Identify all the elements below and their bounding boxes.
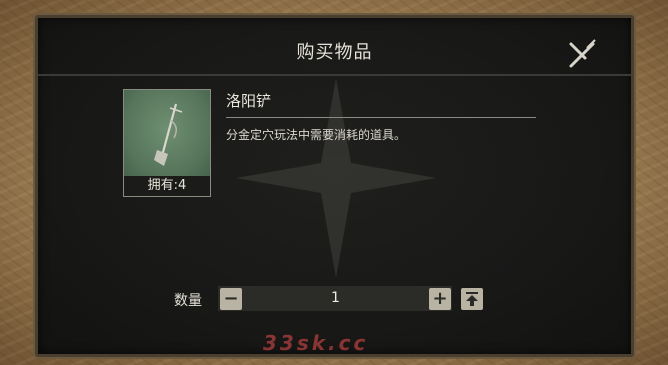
luoyang-shovel-icon <box>154 103 183 166</box>
dialog-header: 购买物品 <box>38 18 631 76</box>
parchment-frame: 购买物品 拥有:4 洛阳铲 分金定穴玩法中需要消耗的道具。 数量 − 1 + 3… <box>0 0 668 365</box>
quantity-value[interactable]: 1 <box>242 286 429 311</box>
watermark: 33sk.cc <box>263 331 369 355</box>
item-image <box>124 90 210 176</box>
purchase-dialog: 购买物品 拥有:4 洛阳铲 分金定穴玩法中需要消耗的道具。 数量 − 1 + 3… <box>35 15 634 357</box>
dialog-title: 购买物品 <box>296 42 373 63</box>
increase-button[interactable]: + <box>429 288 451 310</box>
quantity-label: 数量 <box>174 293 202 309</box>
close-cross-icon <box>569 39 596 68</box>
decrease-button[interactable]: − <box>220 288 242 310</box>
name-divider <box>226 117 536 118</box>
max-quantity-button[interactable] <box>461 288 483 310</box>
item-card: 拥有:4 <box>123 89 211 197</box>
item-name: 洛阳铲 <box>226 92 272 110</box>
close-button[interactable] <box>565 38 599 72</box>
max-arrow-icon <box>466 292 478 306</box>
item-owned-count: 拥有:4 <box>124 176 210 196</box>
item-description: 分金定穴玩法中需要消耗的道具。 <box>226 128 407 142</box>
